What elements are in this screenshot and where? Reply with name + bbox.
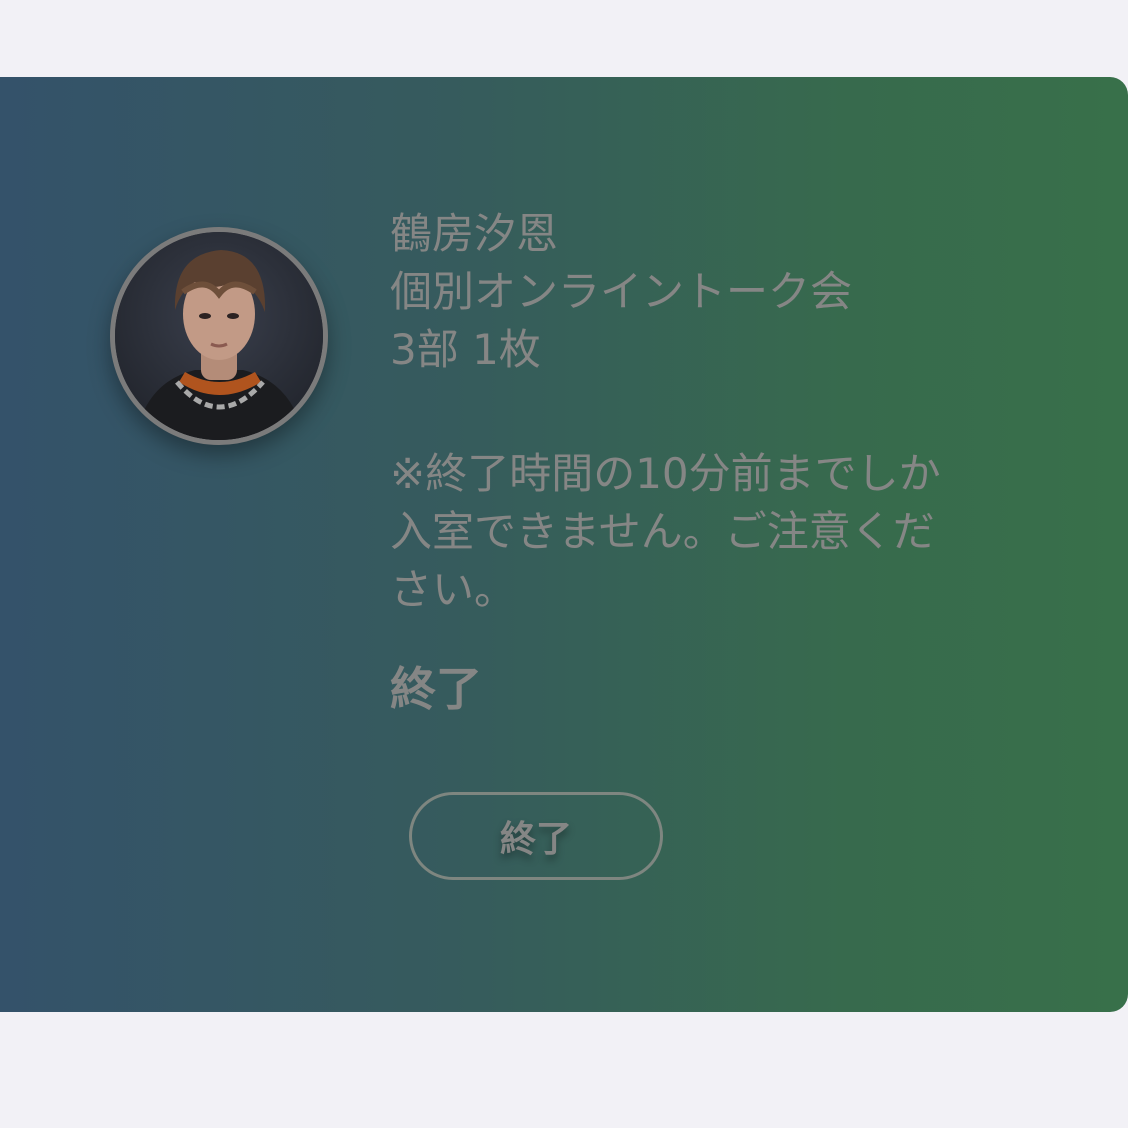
event-name: 個別オンライントーク会 bbox=[390, 267, 853, 316]
end-button[interactable]: 終了 bbox=[409, 792, 663, 880]
artist-avatar bbox=[110, 227, 328, 445]
page: 鶴房汐恩 個別オンライントーク会 3部 1枚 ※終了時間の10分前までしか入室で… bbox=[0, 0, 1128, 1128]
ticket-card: 鶴房汐恩 個別オンライントーク会 3部 1枚 ※終了時間の10分前までしか入室で… bbox=[0, 77, 1128, 1012]
status-label: 終了 bbox=[390, 662, 482, 716]
ticket-info: 鶴房汐恩 個別オンライントーク会 3部 1枚 ※終了時間の10分前までしか入室で… bbox=[390, 205, 1010, 719]
entry-notice: ※終了時間の10分前までしか入室できません。ご注意ください。 bbox=[390, 449, 941, 614]
artist-name: 鶴房汐恩 bbox=[390, 209, 559, 258]
session-info: 3部 1枚 bbox=[390, 325, 541, 374]
